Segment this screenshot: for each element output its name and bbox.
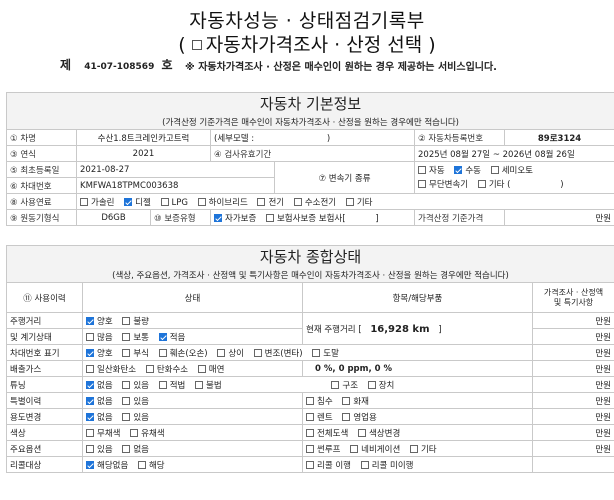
checkbox-vin-corroded[interactable]: [122, 348, 131, 357]
record-number-line: 제 41-07-108569 호 ※ 자동차가격조사 · 산정은 매수인이 원하…: [60, 58, 497, 73]
checkbox-insurer-warranty[interactable]: [265, 213, 274, 222]
checkbox-gasoline[interactable]: [80, 197, 88, 206]
overall-section-title: 자동차 종합상태: [6, 245, 614, 268]
service-note: ※ 자동차가격조사 · 산정은 매수인이 원하는 경우 제공하는 서비스입니다.: [185, 62, 497, 73]
registration-number: 89로3124: [503, 129, 614, 146]
basic-info-table: 자동차 기본정보 (가격산정 기준가격은 매수인이 자동차가격조사 · 산정을 …: [5, 92, 614, 226]
checkbox-cvt[interactable]: [418, 179, 426, 188]
checkbox-electric[interactable]: [257, 197, 266, 206]
record-number: 41-07-108569: [84, 62, 155, 72]
checkbox-hybrid[interactable]: [197, 197, 206, 206]
basic-info-section-note: (가격산정 기준가격은 매수인이 자동차가격조사 · 산정을 원하는 경우에만 …: [5, 114, 614, 130]
checkbox-commercial[interactable]: [342, 412, 351, 421]
checkbox-tuning-structure[interactable]: [331, 380, 340, 389]
checkbox-recall-done[interactable]: [306, 460, 314, 469]
checkbox-options-yes[interactable]: [86, 444, 94, 453]
checkbox-auto[interactable]: [418, 165, 426, 174]
checkbox-recall-not-done[interactable]: [360, 460, 369, 469]
checkbox-usage-none[interactable]: [86, 412, 94, 421]
engine-type: D6GB: [76, 209, 151, 226]
checkbox-co[interactable]: [86, 364, 94, 373]
basic-info-section-title: 자동차 기본정보: [5, 92, 614, 115]
checkbox-manual[interactable]: [454, 165, 463, 174]
overall-section-note: (색상, 주요옵션, 가격조사 · 산정액 및 특기사항은 매수인이 자동차가격…: [6, 267, 614, 283]
transmission-options: 자동 수동 세미오토 무단변속기 기타 ( ): [413, 161, 614, 194]
checkbox-tuning-illegal[interactable]: [195, 380, 204, 389]
inspection-validity: 2025년 08월 27일 ~ 2026년 08월 26일: [413, 145, 614, 162]
checkbox-mileage-high[interactable]: [86, 332, 94, 341]
current-mileage: 현재 주행거리 [ 16,928 km ]: [302, 312, 533, 345]
checkbox-vin-smeared[interactable]: [312, 348, 321, 357]
checkbox-special-yes[interactable]: [122, 396, 131, 405]
fuel-options: 가솔린 디젤 LPG 하이브리드 전기 수소전기 기타: [75, 193, 614, 210]
checkbox-lpg[interactable]: [160, 197, 169, 206]
checkbox-tuning-yes[interactable]: [122, 380, 131, 389]
checkbox-diesel[interactable]: [124, 197, 133, 206]
checkbox-full-paint[interactable]: [306, 428, 314, 437]
checkbox-flood[interactable]: [306, 396, 314, 405]
checkbox-mileage-low[interactable]: [158, 332, 167, 341]
checkbox-self-warranty[interactable]: [214, 213, 222, 222]
checkbox-vin-mismatch[interactable]: [217, 348, 226, 357]
checkbox-hydrogen[interactable]: [293, 197, 302, 206]
price-survey-checkbox[interactable]: [191, 39, 202, 50]
checkbox-vin-altered[interactable]: [253, 348, 262, 357]
checkbox-rent[interactable]: [306, 412, 314, 421]
checkbox-color-change[interactable]: [357, 428, 366, 437]
vin-number: KMFWA18TPMC003638: [76, 177, 275, 194]
checkbox-recall-na[interactable]: [86, 460, 94, 469]
base-price-unit: 만원: [503, 209, 614, 226]
checkbox-recall-applicable[interactable]: [137, 460, 146, 469]
checkbox-special-none[interactable]: [86, 396, 94, 405]
document-title: 자동차성능 · 상태점검기록부: [189, 10, 425, 32]
emission-values: 0 %, 0 ppm, 0 %: [302, 360, 533, 377]
model-year: 2021: [76, 145, 211, 162]
detail-model: (세부모델 : ): [210, 129, 415, 146]
warranty-options: 자가보증 보험사보증 보험사[ ]: [210, 209, 415, 226]
checkbox-fire[interactable]: [342, 396, 351, 405]
checkbox-chromatic[interactable]: [130, 428, 139, 437]
checkbox-smoke[interactable]: [197, 364, 206, 373]
checkbox-tuning-device[interactable]: [367, 380, 376, 389]
checkbox-achromatic[interactable]: [86, 428, 94, 437]
checkbox-option-other[interactable]: [409, 444, 418, 453]
checkbox-vin-damaged[interactable]: [158, 348, 167, 357]
checkbox-gauge-good[interactable]: [86, 316, 94, 325]
document-subtitle: ( 자동차가격조사 · 산정 선택 ): [178, 34, 436, 56]
checkbox-tuning-none[interactable]: [86, 380, 94, 389]
car-name-value: 수산1.8트크레인카고트럭: [76, 129, 211, 146]
checkbox-usage-yes[interactable]: [122, 412, 131, 421]
checkbox-vin-good[interactable]: [86, 348, 94, 357]
inspection-record-page: 자동차성능 · 상태점검기록부 ( 자동차가격조사 · 산정 선택 ) 제 41…: [0, 0, 614, 500]
overall-condition-table: 자동차 종합상태 (색상, 주요옵션, 가격조사 · 산정액 및 특기사항은 매…: [6, 245, 614, 473]
checkbox-mileage-normal[interactable]: [122, 332, 131, 341]
checkbox-gauge-bad[interactable]: [122, 316, 131, 325]
first-registration-date: 2021-08-27: [76, 161, 275, 178]
checkbox-trans-other[interactable]: [477, 179, 486, 188]
checkbox-fuel-other[interactable]: [345, 197, 354, 206]
checkbox-sunroof[interactable]: [306, 444, 314, 453]
checkbox-hc[interactable]: [145, 364, 154, 373]
checkbox-semi-auto[interactable]: [490, 165, 499, 174]
checkbox-navigation[interactable]: [350, 444, 359, 453]
checkbox-options-no[interactable]: [122, 444, 131, 453]
checkbox-tuning-legal[interactable]: [158, 380, 167, 389]
